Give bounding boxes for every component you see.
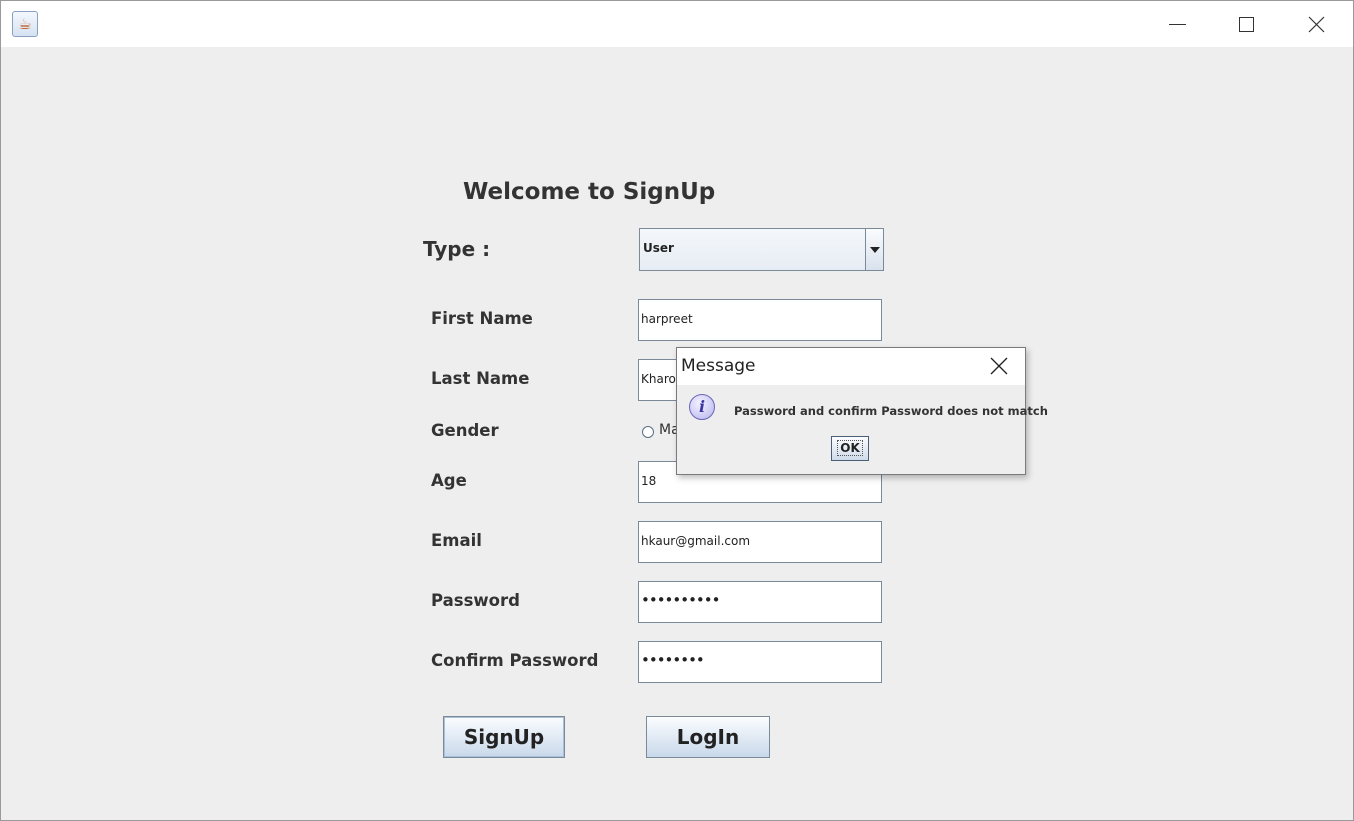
type-selected-value: User: [643, 241, 674, 255]
message-dialog: Message i Password and confirm Password …: [676, 347, 1048, 475]
age-value: 18: [641, 474, 657, 488]
maximize-button[interactable]: [1212, 1, 1280, 47]
age-label: Age: [431, 471, 467, 490]
dialog-message: Password and confirm Password does not m…: [734, 404, 1048, 418]
dialog-title: Message: [681, 356, 756, 376]
title-bar: ☕: [1, 1, 1353, 47]
first-name-field[interactable]: harpreet: [638, 299, 882, 341]
password-value: ••••••••••: [641, 591, 720, 609]
main-window: ☕ Welcome to SignUp Type : User First Na…: [0, 0, 1354, 821]
dialog-title-bar: Message: [677, 348, 1025, 385]
email-label: Email: [431, 531, 482, 550]
minimize-button[interactable]: [1144, 1, 1212, 47]
email-field[interactable]: hkaur@gmail.com: [638, 521, 882, 563]
confirm-password-field[interactable]: ••••••••: [638, 641, 882, 683]
password-field[interactable]: ••••••••••: [638, 581, 882, 623]
ok-button[interactable]: OK: [831, 436, 869, 461]
gender-label: Gender: [431, 421, 499, 440]
dialog-close-button[interactable]: [990, 357, 1008, 379]
last-name-label: Last Name: [431, 369, 530, 388]
close-icon: [990, 357, 1008, 375]
password-label: Password: [431, 591, 520, 610]
close-button[interactable]: [1283, 1, 1351, 47]
confirm-password-label: Confirm Password: [431, 651, 599, 670]
login-button[interactable]: LogIn: [646, 716, 770, 758]
gender-male-radio[interactable]: [642, 426, 654, 438]
type-label: Type :: [423, 237, 491, 261]
type-combobox[interactable]: User: [639, 228, 884, 271]
email-value: hkaur@gmail.com: [641, 534, 751, 548]
close-icon: [1308, 16, 1325, 33]
first-name-label: First Name: [431, 309, 533, 328]
page-title: Welcome to SignUp: [463, 179, 716, 205]
confirm-password-value: ••••••••: [641, 651, 705, 669]
info-icon: i: [689, 394, 715, 420]
java-cup-icon[interactable]: ☕: [12, 11, 38, 37]
chevron-down-icon[interactable]: [865, 229, 883, 270]
first-name-value: harpreet: [641, 312, 693, 326]
ok-button-label: OK: [837, 440, 863, 456]
signup-button[interactable]: SignUp: [443, 716, 565, 758]
